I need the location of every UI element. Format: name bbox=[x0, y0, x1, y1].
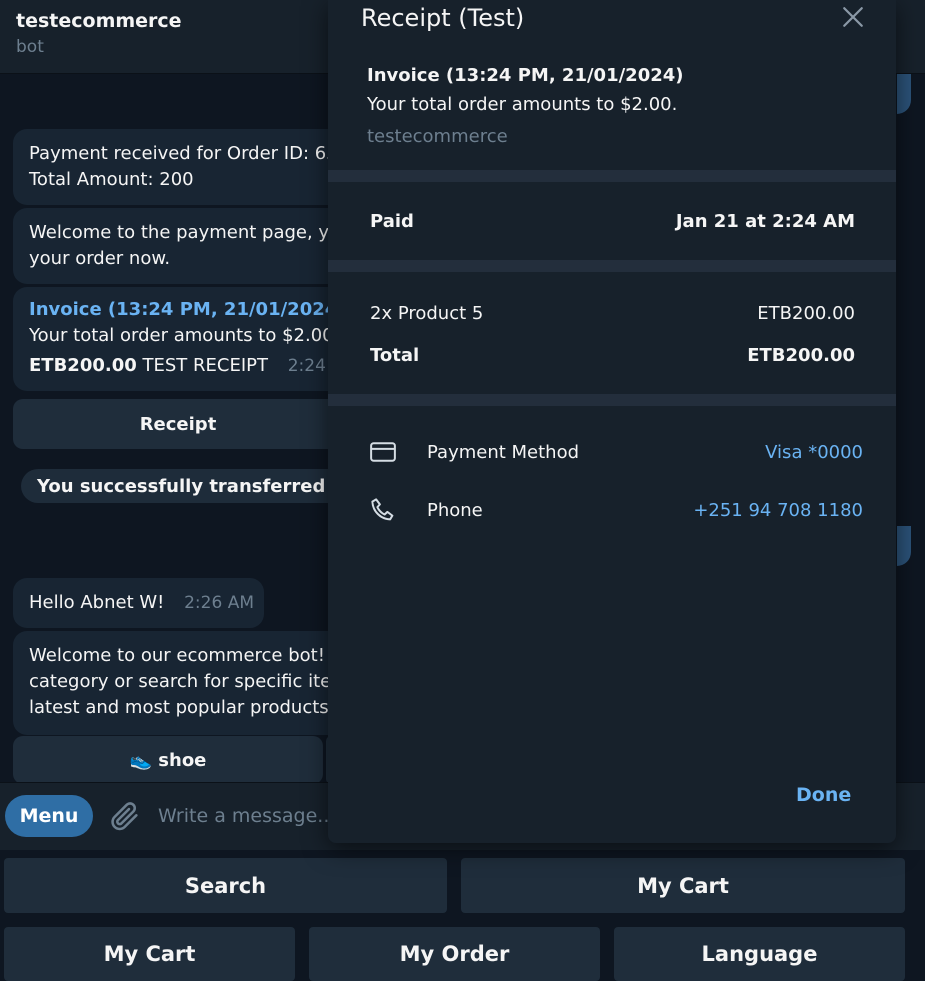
keyboard-my-cart-button[interactable]: My Cart bbox=[461, 858, 905, 913]
paid-label: Paid bbox=[370, 210, 414, 232]
paid-row: Paid Jan 21 at 2:24 AM bbox=[370, 207, 855, 235]
section-divider bbox=[328, 394, 896, 406]
keyboard-my-cart-button-2[interactable]: My Cart bbox=[4, 927, 295, 981]
total-label: Total bbox=[370, 344, 420, 366]
message-welcome-payment: Welcome to the payment page, yo your ord… bbox=[13, 208, 343, 284]
item-price: ETB200.00 bbox=[757, 302, 855, 324]
item-label: 2x Product 5 bbox=[370, 302, 484, 324]
receipt-bot-name: testecommerce bbox=[367, 126, 508, 147]
phone-label: Phone bbox=[427, 499, 483, 521]
outgoing-bubble-edge bbox=[897, 526, 911, 566]
phone-icon bbox=[371, 498, 394, 521]
payment-method-value: Visa *0000 bbox=[765, 441, 863, 463]
paid-date: Jan 21 at 2:24 AM bbox=[675, 210, 855, 232]
message-text: Hello Abnet W! bbox=[29, 592, 165, 613]
outgoing-bubble-edge bbox=[897, 74, 911, 114]
receipt-invoice-title: Invoice (13:24 PM, 21/01/2024) bbox=[367, 65, 684, 86]
menu-button[interactable]: Menu bbox=[5, 795, 93, 837]
message-text: Total Amount: 200 bbox=[29, 169, 194, 190]
keyboard-search-button[interactable]: Search bbox=[4, 858, 447, 913]
message-text: category or search for specific item bbox=[29, 671, 343, 692]
phone-value: +251 94 708 1180 bbox=[693, 499, 863, 521]
message-time: 2:26 AM bbox=[184, 593, 254, 613]
dialog-title: Receipt (Test) bbox=[361, 4, 525, 32]
message-text: Welcome to our ecommerce bot! W bbox=[29, 645, 343, 666]
receipt-dialog: Receipt (Test) Invoice (13:24 PM, 21/01/… bbox=[328, 0, 896, 843]
total-row: Total ETB200.00 bbox=[370, 341, 855, 369]
message-text: your order now. bbox=[29, 248, 171, 269]
service-message: You successfully transferred ETB bbox=[21, 469, 351, 503]
keyboard-my-order-button[interactable]: My Order bbox=[309, 927, 600, 981]
keyboard-language-button[interactable]: Language bbox=[614, 927, 905, 981]
message-invoice[interactable]: Invoice (13:24 PM, 21/01/2024) Your tota… bbox=[13, 287, 343, 391]
invoice-title: Invoice (13:24 PM, 21/01/2024) bbox=[29, 299, 343, 320]
section-divider bbox=[328, 260, 896, 272]
message-text: Payment received for Order ID: 65 bbox=[29, 143, 338, 164]
message-text: Welcome to the payment page, yo bbox=[29, 222, 341, 243]
shoe-button[interactable]: 👟 shoe bbox=[13, 736, 323, 782]
bot-keyboard: Search My Cart My Cart My Order Language bbox=[0, 850, 925, 981]
invoice-amount: ETB200.00 bbox=[29, 355, 137, 376]
invoice-body: Your total order amounts to $2.00 bbox=[29, 325, 334, 346]
receipt-invoice-body: Your total order amounts to $2.00. bbox=[367, 94, 678, 115]
message-payment-received: Payment received for Order ID: 65 Total … bbox=[13, 129, 343, 205]
receipt-invoice-summary: Invoice (13:24 PM, 21/01/2024) Your tota… bbox=[367, 62, 684, 154]
message-text: latest and most popular products bbox=[29, 697, 329, 718]
phone-row[interactable]: Phone +251 94 708 1180 bbox=[368, 492, 863, 528]
done-button[interactable]: Done bbox=[780, 780, 867, 810]
message-hello: Hello Abnet W! 2:26 AM bbox=[13, 578, 264, 628]
invoice-tag: TEST RECEIPT bbox=[142, 355, 269, 376]
total-price: ETB200.00 bbox=[747, 344, 855, 366]
message-welcome-bot: Welcome to our ecommerce bot! W category… bbox=[13, 631, 343, 735]
paperclip-icon[interactable] bbox=[108, 799, 142, 833]
receipt-button[interactable]: Receipt bbox=[13, 399, 343, 449]
section-divider bbox=[328, 170, 896, 182]
close-icon[interactable] bbox=[838, 2, 868, 32]
payment-method-row[interactable]: Payment Method Visa *0000 bbox=[368, 434, 863, 470]
line-item-row: 2x Product 5 ETB200.00 bbox=[370, 299, 855, 327]
credit-card-icon bbox=[370, 442, 396, 462]
payment-method-label: Payment Method bbox=[427, 441, 580, 463]
